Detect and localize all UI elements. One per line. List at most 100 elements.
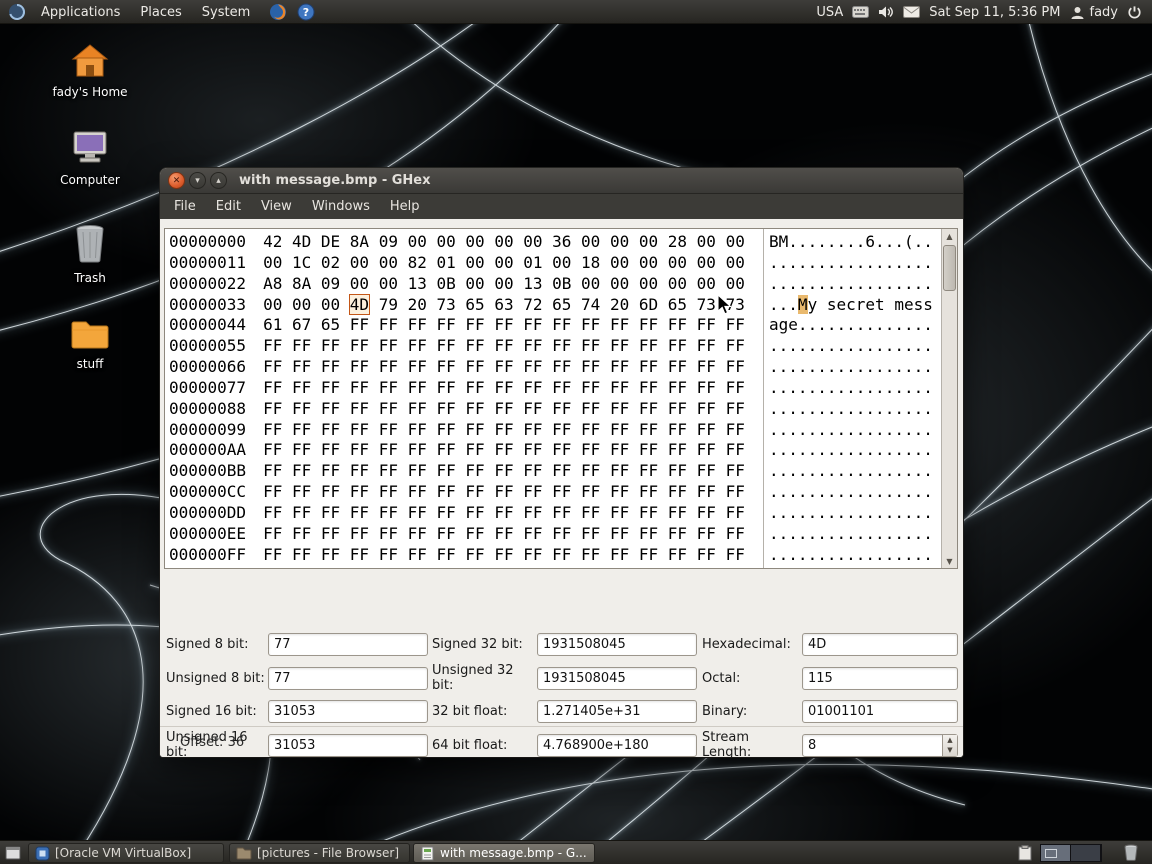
- scroll-up-icon[interactable]: ▲: [942, 229, 957, 243]
- float-32-label: 32 bit float:: [428, 704, 537, 719]
- file-menu[interactable]: File: [164, 196, 206, 217]
- offset-label: 000000DD: [169, 503, 246, 522]
- workspace-2[interactable]: [1071, 845, 1101, 861]
- desktop-icon-label: Computer: [60, 173, 120, 187]
- hex-row[interactable]: 00000077FF FF FF FF FF FF FF FF FF FF FF…: [169, 378, 763, 399]
- ascii-row[interactable]: ...My secret mess: [769, 295, 941, 316]
- panel-trash-icon[interactable]: [1124, 844, 1138, 861]
- ascii-row[interactable]: BM........6...(..: [769, 232, 941, 253]
- offset-label: 00000066: [169, 357, 246, 376]
- float-32-input[interactable]: [537, 700, 697, 723]
- ascii-row[interactable]: .................: [769, 253, 941, 274]
- folder-icon: [70, 318, 110, 354]
- hex-row[interactable]: 0000001100 1C 02 00 00 82 01 00 00 01 00…: [169, 253, 763, 274]
- unsigned-8-bit-input[interactable]: [268, 667, 428, 690]
- ascii-row[interactable]: .................: [769, 545, 941, 566]
- ascii-row[interactable]: .................: [769, 524, 941, 545]
- unsigned-32-bit-input[interactable]: [537, 667, 697, 690]
- distro-logo-icon[interactable]: [8, 3, 26, 21]
- desktop-icon-stuff[interactable]: stuff: [48, 318, 132, 371]
- minimize-button[interactable]: ▾: [189, 172, 206, 189]
- close-button[interactable]: ✕: [168, 172, 185, 189]
- browser-launcher-icon[interactable]: [269, 3, 287, 21]
- hex-editor-panel: 0000000042 4D DE 8A 09 00 00 00 00 00 36…: [164, 228, 958, 569]
- edit-menu[interactable]: Edit: [206, 196, 251, 217]
- hex-scrollbar[interactable]: ▲ ▼: [941, 229, 957, 568]
- ascii-row[interactable]: .................: [769, 440, 941, 461]
- keyboard-icon[interactable]: [852, 6, 869, 18]
- hex-row[interactable]: 00000066FF FF FF FF FF FF FF FF FF FF FF…: [169, 357, 763, 378]
- signed-8-bit-input[interactable]: [268, 633, 428, 656]
- windows-menu[interactable]: Windows: [302, 196, 380, 217]
- hex-row[interactable]: 0000004461 67 65 FF FF FF FF FF FF FF FF…: [169, 315, 763, 336]
- window-titlebar[interactable]: ✕ ▾ ▴ with message.bmp - GHex: [160, 168, 963, 194]
- clipboard-icon[interactable]: [1018, 845, 1032, 861]
- ascii-row[interactable]: .................: [769, 274, 941, 295]
- ascii-row[interactable]: .................: [769, 378, 941, 399]
- taskbar-item-virtualbox[interactable]: [Oracle VM VirtualBox]: [28, 843, 224, 863]
- signed-16-bit-input[interactable]: [268, 700, 428, 723]
- window-content: 0000000042 4D DE 8A 09 00 00 00 00 00 36…: [160, 219, 963, 757]
- mouse-cursor: [717, 294, 732, 316]
- desktop-icon-label: stuff: [77, 357, 104, 371]
- hex-row[interactable]: 000000DDFF FF FF FF FF FF FF FF FF FF FF…: [169, 503, 763, 524]
- hex-row[interactable]: 000000EEFF FF FF FF FF FF FF FF FF FF FF…: [169, 524, 763, 545]
- user-menu[interactable]: fady: [1070, 5, 1119, 20]
- ascii-row[interactable]: .................: [769, 461, 941, 482]
- hex-row[interactable]: 0000003300 00 00 4D 79 20 73 65 63 72 65…: [169, 295, 763, 316]
- desktop-icon-trash[interactable]: Trash: [48, 224, 132, 285]
- hex-row[interactable]: 00000055FF FF FF FF FF FF FF FF FF FF FF…: [169, 336, 763, 357]
- applications-menu[interactable]: Applications: [36, 2, 125, 23]
- taskbar-item-ghex[interactable]: with message.bmp - G...: [413, 843, 595, 863]
- hex-row[interactable]: 000000CCFF FF FF FF FF FF FF FF FF FF FF…: [169, 482, 763, 503]
- hex-row[interactable]: 000000FFFF FF FF FF FF FF FF FF FF FF FF…: [169, 545, 763, 566]
- unsigned-32-bit-label: Unsigned 32 bit:: [428, 663, 537, 693]
- places-menu[interactable]: Places: [135, 2, 186, 23]
- octal-input[interactable]: [802, 667, 958, 690]
- statusbar: Offset: 36: [160, 726, 963, 757]
- ascii-row[interactable]: .................: [769, 482, 941, 503]
- signed-16-bit-label: Signed 16 bit:: [166, 704, 268, 719]
- signed-32-bit-input[interactable]: [537, 633, 697, 656]
- desktop-icon-label: fady's Home: [52, 85, 127, 99]
- desktop-icon-home[interactable]: fady's Home: [48, 44, 132, 99]
- desktop-icon-computer[interactable]: Computer: [48, 130, 132, 187]
- ascii-row[interactable]: .................: [769, 420, 941, 441]
- hexadecimal-input[interactable]: [802, 633, 958, 656]
- view-menu[interactable]: View: [251, 196, 302, 217]
- ascii-row[interactable]: age..............: [769, 315, 941, 336]
- workspace-1[interactable]: [1041, 845, 1071, 861]
- hex-rows[interactable]: 0000000042 4D DE 8A 09 00 00 00 00 00 36…: [165, 229, 763, 568]
- hex-row[interactable]: 000000AAFF FF FF FF FF FF FF FF FF FF FF…: [169, 440, 763, 461]
- offset-label: 00000077: [169, 378, 246, 397]
- ascii-row[interactable]: .................: [769, 336, 941, 357]
- help-menu[interactable]: Help: [380, 196, 430, 217]
- ascii-row[interactable]: .................: [769, 399, 941, 420]
- clock[interactable]: Sat Sep 11, 5:36 PM: [929, 5, 1060, 20]
- trash-icon: [75, 224, 105, 268]
- hex-row[interactable]: 00000022A8 8A 09 00 00 13 0B 00 00 13 0B…: [169, 274, 763, 295]
- hex-row[interactable]: 00000088FF FF FF FF FF FF FF FF FF FF FF…: [169, 399, 763, 420]
- computer-icon: [71, 130, 109, 170]
- ascii-row[interactable]: .................: [769, 357, 941, 378]
- hex-row[interactable]: 00000099FF FF FF FF FF FF FF FF FF FF FF…: [169, 420, 763, 441]
- help-launcher-icon[interactable]: ?: [297, 3, 315, 21]
- ascii-row[interactable]: .................: [769, 503, 941, 524]
- system-menu[interactable]: System: [197, 2, 255, 23]
- volume-icon[interactable]: [878, 5, 894, 19]
- mail-icon[interactable]: [903, 6, 920, 18]
- binary-input[interactable]: [802, 700, 958, 723]
- taskbar-item-file-browser[interactable]: [pictures - File Browser]: [229, 843, 410, 863]
- scroll-down-icon[interactable]: ▼: [942, 554, 957, 568]
- scrollbar-thumb[interactable]: [943, 245, 956, 291]
- maximize-button[interactable]: ▴: [210, 172, 227, 189]
- hex-row[interactable]: 0000000042 4D DE 8A 09 00 00 00 00 00 36…: [169, 232, 763, 253]
- workspace-switcher[interactable]: [1040, 844, 1102, 862]
- show-desktop-icon[interactable]: [5, 846, 21, 860]
- ascii-cursor[interactable]: M: [798, 295, 808, 314]
- hex-cursor[interactable]: 4D: [350, 295, 369, 314]
- ascii-rows[interactable]: BM........6...(.........................…: [763, 229, 941, 568]
- keyboard-layout-indicator[interactable]: USA: [816, 5, 843, 20]
- power-icon[interactable]: [1127, 5, 1142, 20]
- hex-row[interactable]: 000000BBFF FF FF FF FF FF FF FF FF FF FF…: [169, 461, 763, 482]
